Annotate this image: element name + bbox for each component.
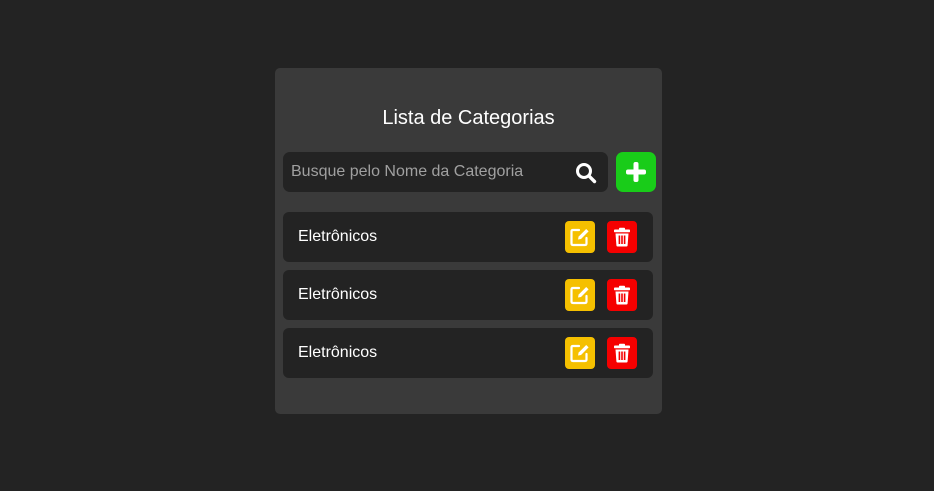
edit-icon: [570, 286, 589, 305]
delete-button[interactable]: [607, 221, 637, 253]
search-box: [283, 152, 608, 192]
category-name: Eletrônicos: [298, 228, 378, 245]
edit-button[interactable]: [565, 221, 595, 253]
edit-button[interactable]: [565, 337, 595, 369]
category-list-card: Lista de Categorias Eletrônicos: [275, 68, 662, 414]
list-item: Eletrônicos: [283, 212, 653, 262]
category-list: Eletrônicos Eletrônicos Eletrônicos: [283, 212, 653, 386]
add-category-button[interactable]: [616, 152, 656, 192]
trash-icon: [614, 285, 630, 305]
edit-icon: [570, 344, 589, 363]
search-icon[interactable]: [575, 162, 597, 184]
list-item: Eletrônicos: [283, 328, 653, 378]
delete-button[interactable]: [607, 279, 637, 311]
category-name: Eletrônicos: [298, 344, 378, 361]
category-name: Eletrônicos: [298, 286, 378, 303]
trash-icon: [614, 343, 630, 363]
trash-icon: [614, 227, 630, 247]
delete-button[interactable]: [607, 337, 637, 369]
list-item: Eletrônicos: [283, 270, 653, 320]
page-title: Lista de Categorias: [382, 107, 555, 129]
edit-button[interactable]: [565, 279, 595, 311]
plus-icon: [626, 162, 646, 182]
edit-icon: [570, 228, 589, 247]
search-input[interactable]: [283, 152, 563, 192]
